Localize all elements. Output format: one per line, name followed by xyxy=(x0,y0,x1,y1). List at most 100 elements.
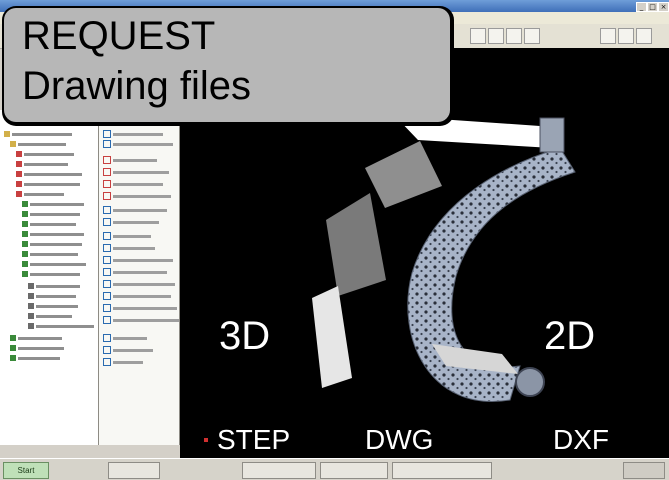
property-item[interactable] xyxy=(103,140,173,148)
taskbar-item[interactable] xyxy=(242,462,316,479)
tree-item[interactable] xyxy=(22,220,76,228)
property-icon xyxy=(103,140,111,148)
label-dxf-format[interactable]: DXF xyxy=(553,424,609,456)
minimize-icon[interactable]: _ xyxy=(636,2,647,12)
callout-subtitle: Drawing files xyxy=(22,64,251,108)
property-icon xyxy=(103,292,111,300)
property-item[interactable] xyxy=(103,346,153,354)
property-item[interactable] xyxy=(103,130,163,138)
tree-item[interactable] xyxy=(22,210,80,218)
tree-item[interactable] xyxy=(28,282,80,290)
property-icon xyxy=(103,180,111,188)
tree-item[interactable] xyxy=(22,230,84,238)
property-icon xyxy=(103,130,111,138)
taskbar: Start xyxy=(0,458,669,480)
label-step-format[interactable]: STEP xyxy=(217,424,290,456)
property-item[interactable] xyxy=(103,168,169,176)
property-item[interactable] xyxy=(103,192,171,200)
property-icon xyxy=(103,316,111,324)
tree-item[interactable] xyxy=(10,354,60,362)
start-button[interactable]: Start xyxy=(3,462,49,479)
tree-item[interactable] xyxy=(10,334,62,342)
property-item[interactable] xyxy=(103,358,143,366)
tree-item[interactable] xyxy=(16,180,80,188)
property-icon xyxy=(103,192,111,200)
property-item[interactable] xyxy=(103,232,151,240)
sketch-icon xyxy=(28,293,34,299)
part-icon xyxy=(16,151,22,157)
property-item[interactable] xyxy=(103,206,167,214)
property-item[interactable] xyxy=(103,280,175,288)
property-item[interactable] xyxy=(103,292,171,300)
tree-item[interactable] xyxy=(10,344,64,352)
feature-icon xyxy=(22,271,28,277)
property-item[interactable] xyxy=(103,244,155,252)
property-item[interactable] xyxy=(103,316,179,324)
property-item[interactable] xyxy=(103,218,159,226)
toolbar-button[interactable] xyxy=(506,28,522,44)
tree-item[interactable] xyxy=(22,240,82,248)
end-bracket xyxy=(539,117,565,153)
toolbar-button[interactable] xyxy=(618,28,634,44)
property-icon xyxy=(103,268,111,276)
tree-item[interactable] xyxy=(22,200,84,208)
part-icon xyxy=(16,171,22,177)
property-pane xyxy=(99,110,180,445)
property-item[interactable] xyxy=(103,156,157,164)
toolbar-button[interactable] xyxy=(636,28,652,44)
toolbar-button[interactable] xyxy=(600,28,616,44)
feature-icon xyxy=(22,231,28,237)
toolbar-button[interactable] xyxy=(524,28,540,44)
tree-item[interactable] xyxy=(22,260,86,268)
request-callout: REQUEST Drawing files xyxy=(2,6,454,126)
property-icon xyxy=(103,280,111,288)
taskbar-item[interactable] xyxy=(108,462,160,479)
tree-item[interactable] xyxy=(16,160,68,168)
property-icon xyxy=(103,304,111,312)
sketch-icon xyxy=(28,283,34,289)
feature-icon xyxy=(10,355,16,361)
folder-icon xyxy=(10,141,16,147)
cover-plate-upper xyxy=(365,141,442,208)
tree-item[interactable] xyxy=(28,312,72,320)
property-item[interactable] xyxy=(103,334,147,342)
tree-item[interactable] xyxy=(16,170,82,178)
end-pivot xyxy=(515,367,545,397)
tree-item[interactable] xyxy=(10,140,66,148)
tree-item[interactable] xyxy=(4,130,72,138)
property-icon xyxy=(103,346,111,354)
tree-item[interactable] xyxy=(22,270,80,278)
feature-icon xyxy=(22,241,28,247)
property-icon xyxy=(103,156,111,164)
tree-item[interactable] xyxy=(16,190,64,198)
taskbar-item[interactable] xyxy=(320,462,388,479)
tree-item[interactable] xyxy=(16,150,74,158)
feature-icon xyxy=(10,335,16,341)
tree-item[interactable] xyxy=(28,302,78,310)
feature-icon xyxy=(22,211,28,217)
label-dwg-format[interactable]: DWG xyxy=(365,424,433,456)
toolbar-button[interactable] xyxy=(488,28,504,44)
property-icon xyxy=(103,206,111,214)
taskbar-item[interactable] xyxy=(392,462,492,479)
feature-tree-pane xyxy=(0,110,99,445)
property-item[interactable] xyxy=(103,268,167,276)
feature-icon xyxy=(10,345,16,351)
feature-icon xyxy=(22,261,28,267)
property-item[interactable] xyxy=(103,180,163,188)
close-icon[interactable]: × xyxy=(658,2,669,12)
folder-icon xyxy=(4,131,10,137)
property-icon xyxy=(103,334,111,342)
property-icon xyxy=(103,244,111,252)
toolbar-button[interactable] xyxy=(470,28,486,44)
tree-item[interactable] xyxy=(28,292,76,300)
property-item[interactable] xyxy=(103,256,173,264)
tree-item[interactable] xyxy=(22,250,78,258)
tree-item[interactable] xyxy=(28,322,94,330)
label-2d: 2D xyxy=(544,314,596,358)
label-3d: 3D xyxy=(219,314,271,358)
cover-plate-lower xyxy=(312,286,352,388)
property-item[interactable] xyxy=(103,304,177,312)
maximize-icon[interactable]: □ xyxy=(647,2,658,12)
sketch-icon xyxy=(28,313,34,319)
